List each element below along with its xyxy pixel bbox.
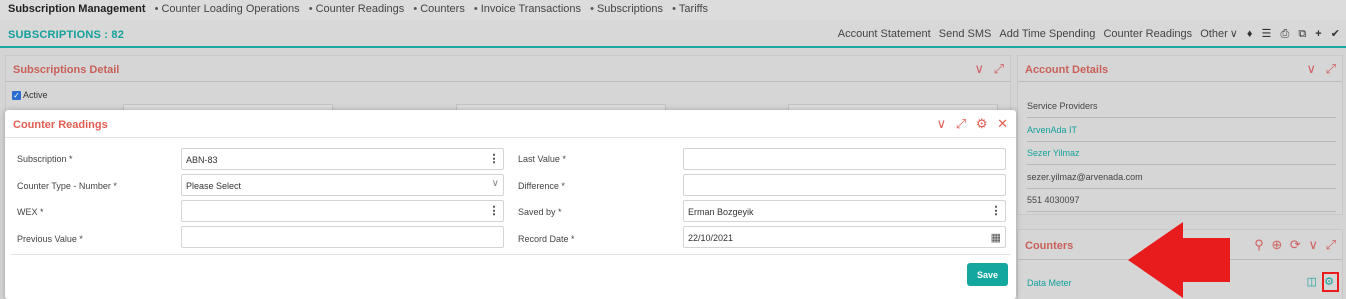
expand-icon[interactable]: ⤢	[994, 61, 1004, 76]
print-icon[interactable]: ⎙	[1280, 28, 1289, 40]
nav-separator: •	[154, 3, 159, 15]
record-date-label: Record Date *	[518, 234, 575, 244]
nav-counter-loading-operations[interactable]: Counter Loading Operations	[161, 3, 299, 15]
divider	[1027, 211, 1336, 212]
active-checkbox[interactable]: ✓ Active	[12, 90, 48, 101]
nav-subscriptions[interactable]: Subscriptions	[597, 3, 663, 15]
collapse-icon[interactable]: ∨	[1306, 61, 1316, 76]
last-value-field[interactable]	[683, 148, 1006, 170]
divider	[1027, 117, 1336, 118]
other-dropdown[interactable]: Other ∨	[1200, 28, 1238, 40]
panel-title: Subscriptions Detail	[13, 64, 120, 76]
active-label: Active	[23, 90, 48, 100]
company-link[interactable]: ArvenAda IT	[1027, 125, 1077, 135]
counter-type-value: Please Select	[186, 181, 242, 191]
difference-label: Difference *	[518, 181, 565, 191]
page-title: SUBSCRIPTIONS : 82	[8, 29, 125, 41]
nav-counters[interactable]: Counters	[420, 3, 465, 15]
wex-label: WEX *	[17, 207, 44, 217]
subscription-field[interactable]: ABN-83 ⋮	[181, 148, 504, 170]
nav-separator: •	[308, 3, 313, 15]
modal-controls: ∨ ⤢ ⚙ ✕	[931, 116, 1008, 132]
modal-header: Counter Readings ∨ ⤢ ⚙ ✕	[5, 110, 1016, 138]
nav-invoice-transactions[interactable]: Invoice Transactions	[481, 3, 581, 15]
account-details-panel: Account Details ∨ ⤢ Service Providers Ar…	[1017, 55, 1343, 215]
counter-type-label: Counter Type - Number *	[17, 181, 117, 191]
record-date-field[interactable]: 22/10/2021 ▦	[683, 226, 1006, 248]
saved-by-field[interactable]: Erman Bozgeyik ⋮	[683, 200, 1006, 222]
panel-title: Account Details	[1025, 64, 1109, 76]
modal-title: Counter Readings	[13, 119, 108, 131]
divider	[1027, 141, 1336, 142]
list-icon[interactable]: ☰	[1262, 28, 1272, 40]
panel-header: Account Details ∨ ⤢	[1018, 56, 1342, 82]
email-text: sezer.yilmaz@arvenada.com	[1027, 172, 1143, 182]
copy-icon[interactable]: ⧉	[1298, 28, 1306, 40]
add-time-spending-button[interactable]: Add Time Spending	[999, 28, 1095, 40]
top-navigation: Subscription Management • Counter Loading…	[0, 0, 1346, 20]
more-vertical-icon[interactable]: ⋮	[485, 149, 503, 169]
expand-icon[interactable]: ⤢	[1326, 237, 1336, 252]
gear-icon[interactable]: ⚙	[976, 116, 988, 131]
other-label: Other	[1200, 28, 1228, 40]
expand-icon[interactable]: ⤢	[956, 116, 966, 131]
panel-controls: ∨ ⤢	[974, 61, 1004, 77]
checkbox-checked-icon: ✓	[12, 91, 21, 101]
account-statement-button[interactable]: Account Statement	[838, 28, 931, 40]
contact-link[interactable]: Sezer Yilmaz	[1027, 148, 1080, 158]
red-arrow-icon	[1128, 222, 1230, 298]
page-header: SUBSCRIPTIONS : 82 Account Statement Sen…	[0, 20, 1346, 48]
wex-field[interactable]: ⋮	[181, 200, 504, 222]
divider	[1027, 164, 1336, 165]
bell-icon[interactable]: ♦	[1247, 28, 1253, 40]
nav-counter-readings[interactable]: Counter Readings	[316, 3, 405, 15]
collapse-icon[interactable]: ∨	[937, 116, 947, 131]
more-vertical-icon[interactable]: ⋮	[485, 201, 503, 221]
previous-value-field[interactable]	[181, 226, 504, 248]
expand-icon[interactable]: ⤢	[1326, 61, 1336, 76]
counter-type-select[interactable]: Please Select ∨	[181, 174, 504, 196]
service-providers-label: Service Providers	[1027, 101, 1098, 111]
collapse-icon[interactable]: ∨	[974, 61, 984, 76]
counter-readings-modal: Counter Readings ∨ ⤢ ⚙ ✕ Subscription * …	[5, 110, 1016, 299]
previous-value-label: Previous Value *	[17, 234, 83, 244]
nav-separator: •	[672, 3, 676, 15]
close-icon[interactable]: ✕	[997, 116, 1008, 131]
saved-by-value: Erman Bozgeyik	[688, 207, 754, 217]
highlight-box	[1322, 272, 1339, 292]
nav-subscription-management[interactable]: Subscription Management	[8, 3, 146, 15]
save-button[interactable]: Save	[967, 263, 1008, 286]
subscription-label: Subscription *	[17, 154, 73, 164]
panel-controls: ∨ ⤢	[1306, 61, 1336, 77]
calendar-icon[interactable]: ▦	[991, 231, 1001, 244]
panel-header: Subscriptions Detail ∨ ⤢	[6, 56, 1010, 82]
nav-separator: •	[413, 3, 418, 15]
chevron-down-icon: ∨	[1229, 28, 1238, 40]
record-date-value: 22/10/2021	[688, 233, 734, 243]
plus-icon[interactable]: +	[1315, 28, 1321, 40]
divider	[1027, 188, 1336, 189]
subscriptions-detail-panel: Subscriptions Detail ∨ ⤢ ✓ Active	[5, 55, 1011, 116]
phone-text: 551 4030097	[1027, 195, 1080, 205]
nav-separator: •	[590, 3, 594, 15]
panel-title: Counters	[1025, 240, 1074, 252]
last-value-label: Last Value *	[518, 154, 566, 164]
difference-field[interactable]	[683, 174, 1006, 196]
more-vertical-icon[interactable]: ⋮	[987, 201, 1005, 221]
nav-separator: •	[473, 3, 478, 15]
subscription-value: ABN-83	[186, 155, 218, 165]
counter-item-label[interactable]: Data Meter	[1027, 278, 1072, 288]
nav-tariffs[interactable]: Tariffs	[679, 3, 708, 15]
divider	[11, 254, 1010, 255]
send-sms-button[interactable]: Send SMS	[939, 28, 992, 40]
check-icon[interactable]: ✔	[1331, 28, 1340, 40]
saved-by-label: Saved by *	[518, 207, 562, 217]
chevron-down-icon: ∨	[491, 178, 499, 189]
header-actions: Account Statement Send SMS Add Time Spen…	[833, 27, 1340, 41]
counter-readings-button[interactable]: Counter Readings	[1103, 28, 1192, 40]
